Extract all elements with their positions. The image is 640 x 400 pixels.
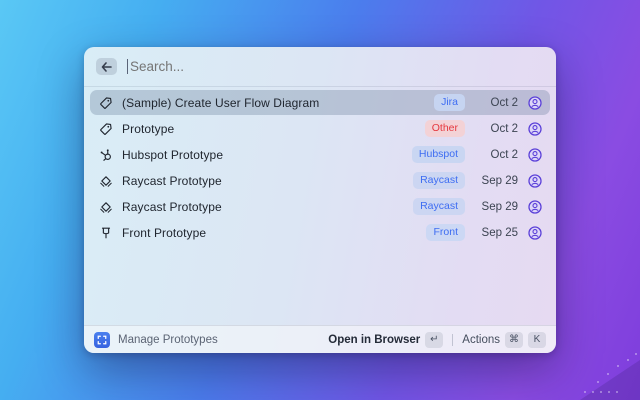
- raycast-icon: [98, 199, 113, 214]
- wallpaper-pattern: [550, 330, 640, 400]
- item-badge: Raycast: [413, 172, 465, 189]
- enter-key-badge: ↵: [425, 332, 443, 348]
- actions-menu-button[interactable]: Actions: [462, 334, 500, 346]
- item-badge: Jira: [434, 94, 465, 111]
- footer-bar: Manage Prototypes Open in Browser ↵ Acti…: [84, 325, 556, 353]
- prototypes-app-icon: [94, 332, 110, 348]
- item-title: Front Prototype: [122, 226, 426, 240]
- list-item[interactable]: Front Prototype Front Sep 25: [90, 220, 550, 245]
- avatar-icon: [528, 148, 542, 162]
- item-badge: Other: [425, 120, 465, 137]
- item-date: Sep 25: [476, 227, 518, 239]
- text-caret: [127, 59, 128, 74]
- item-title: (Sample) Create User Flow Diagram: [122, 96, 434, 110]
- tag-icon: [98, 121, 113, 136]
- item-date: Oct 2: [476, 123, 518, 135]
- cmd-key-badge: ⌘: [505, 332, 523, 348]
- search-input[interactable]: [130, 59, 544, 74]
- item-title: Raycast Prototype: [122, 200, 413, 214]
- list-item[interactable]: Raycast Prototype Raycast Sep 29: [90, 168, 550, 193]
- avatar-icon: [528, 122, 542, 136]
- list-item[interactable]: Raycast Prototype Raycast Sep 29: [90, 194, 550, 219]
- item-date: Oct 2: [476, 97, 518, 109]
- item-badge: Raycast: [413, 198, 465, 215]
- item-badge: Front: [426, 224, 465, 241]
- list-item[interactable]: Hubspot Prototype Hubspot Oct 2: [90, 142, 550, 167]
- back-button[interactable]: [96, 58, 117, 75]
- open-in-browser-action[interactable]: Open in Browser: [328, 334, 420, 346]
- k-key-badge: K: [528, 332, 546, 348]
- avatar-icon: [528, 226, 542, 240]
- item-title: Hubspot Prototype: [122, 148, 412, 162]
- item-badge: Hubspot: [412, 146, 465, 163]
- list-item[interactable]: (Sample) Create User Flow Diagram Jira O…: [90, 90, 550, 115]
- left-arrow-icon: [101, 62, 112, 72]
- hubspot-icon: [98, 147, 113, 162]
- avatar-icon: [528, 200, 542, 214]
- raycast-icon: [98, 173, 113, 188]
- item-title: Raycast Prototype: [122, 174, 413, 188]
- item-date: Sep 29: [476, 175, 518, 187]
- front-icon: [98, 225, 113, 240]
- search-bar: [84, 47, 556, 87]
- footer-divider: [452, 334, 453, 346]
- footer-app-label: Manage Prototypes: [118, 334, 218, 346]
- item-date: Sep 29: [476, 201, 518, 213]
- item-date: Oct 2: [476, 149, 518, 161]
- item-title: Prototype: [122, 122, 425, 136]
- tag-icon: [98, 95, 113, 110]
- list-item[interactable]: Prototype Other Oct 2: [90, 116, 550, 141]
- avatar-icon: [528, 174, 542, 188]
- avatar-icon: [528, 96, 542, 110]
- results-list: (Sample) Create User Flow Diagram Jira O…: [84, 87, 556, 325]
- launcher-window: (Sample) Create User Flow Diagram Jira O…: [84, 47, 556, 353]
